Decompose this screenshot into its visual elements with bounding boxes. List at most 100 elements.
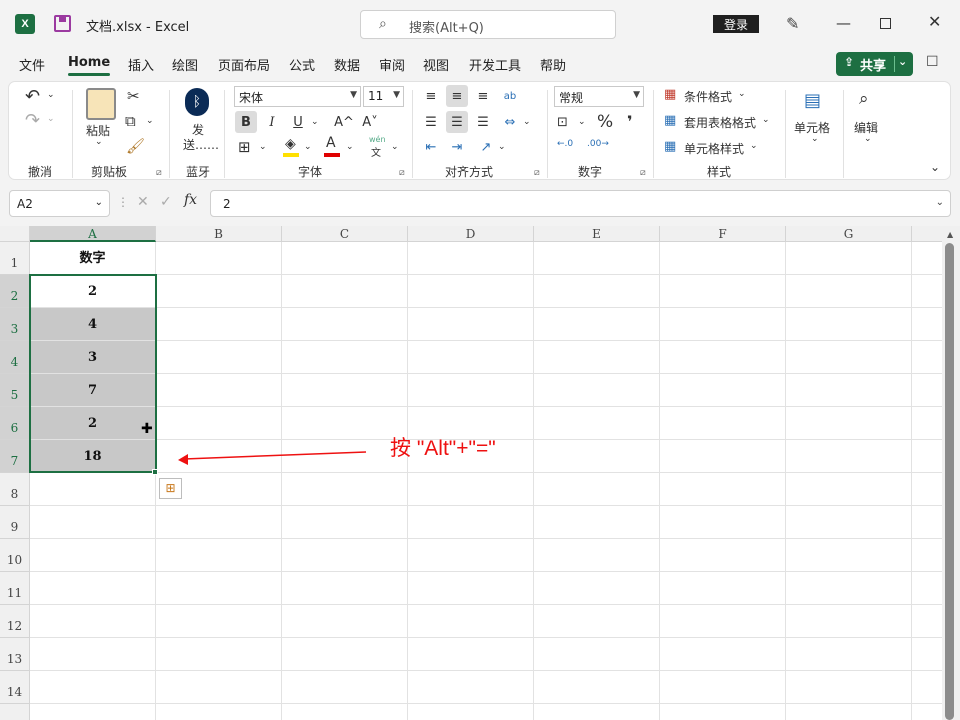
close-button[interactable]: ✕	[928, 12, 941, 31]
minimize-button[interactable]: —	[836, 14, 851, 32]
send-label-2[interactable]: 送……	[183, 136, 219, 153]
align-top-icon[interactable]: ≡	[420, 85, 442, 107]
increase-font-button[interactable]: A^	[333, 111, 355, 133]
cell-a7[interactable]: 18	[30, 440, 156, 473]
clipboard-launcher-icon[interactable]: ⧄	[156, 168, 162, 178]
accounting-format-icon[interactable]: ⊡	[557, 115, 568, 130]
row-header[interactable]: 1	[0, 242, 30, 275]
tab-insert[interactable]: 插入	[128, 55, 154, 74]
row-header[interactable]: 5	[0, 374, 30, 407]
number-format-select[interactable]: 常规 ▼	[554, 86, 644, 107]
phonetic-icon[interactable]: wén	[369, 135, 386, 144]
ribbon-collapse-chevron-icon[interactable]: ⌄	[930, 160, 940, 174]
underline-dropdown-icon[interactable]: ⌄	[311, 117, 319, 127]
conditional-format-button[interactable]: 条件格式	[684, 88, 732, 105]
cell-a4[interactable]: 3	[30, 341, 156, 374]
cut-icon[interactable]: ✂	[127, 87, 140, 105]
row-header[interactable]: 9	[0, 506, 30, 539]
fill-color-icon[interactable]: ◈	[285, 136, 296, 152]
format-painter-icon[interactable]: 🖌	[126, 137, 145, 155]
tab-draw[interactable]: 绘图	[172, 55, 198, 74]
spreadsheet-grid[interactable]: A B C D E F G 1 2 3 4 5 6 7 8 9 10 11 12…	[0, 226, 942, 720]
enter-icon[interactable]: ✓	[160, 194, 172, 210]
share-button[interactable]: ⇪ 共享 ⌄	[836, 52, 913, 76]
cell-a6[interactable]: 2	[30, 407, 156, 440]
font-launcher-icon[interactable]: ⧄	[399, 168, 405, 178]
borders-dropdown-icon[interactable]: ⌄	[259, 142, 267, 152]
chevron-down-icon[interactable]: ⌄	[936, 197, 944, 208]
row-header[interactable]: 12	[0, 605, 30, 638]
tab-home[interactable]: Home	[68, 55, 111, 76]
comma-button[interactable]: ❜	[627, 112, 633, 131]
decrease-font-button[interactable]: A˅	[359, 111, 381, 133]
paste-icon[interactable]	[86, 88, 116, 120]
row-header[interactable]: 10	[0, 539, 30, 572]
number-launcher-icon[interactable]: ⧄	[640, 168, 646, 178]
editing-search-icon[interactable]: ⌕	[859, 89, 869, 109]
cell-a3[interactable]: 4	[30, 308, 156, 341]
editing-dropdown-icon[interactable]: ⌄	[864, 134, 872, 144]
undo-icon[interactable]: ↶	[25, 86, 40, 107]
insert-function-icon[interactable]: fx	[184, 192, 197, 208]
orientation-icon[interactable]: ↗	[475, 136, 497, 158]
accounting-dropdown-icon[interactable]: ⌄	[578, 117, 586, 127]
designer-pen-icon[interactable]: ✎	[786, 14, 799, 33]
font-color-dropdown-icon[interactable]: ⌄	[346, 142, 354, 152]
increase-decimal-icon[interactable]: ←.0	[557, 139, 573, 149]
borders-icon[interactable]: ⊞	[238, 138, 251, 156]
copy-dropdown-icon[interactable]: ⌄	[146, 116, 154, 126]
percent-button[interactable]: %	[597, 112, 613, 132]
align-left-icon[interactable]: ☰	[420, 111, 442, 133]
column-header-f[interactable]: F	[660, 226, 786, 242]
tab-view[interactable]: 视图	[423, 55, 449, 74]
tab-review[interactable]: 审阅	[379, 55, 405, 74]
cell-styles-button[interactable]: 单元格样式	[684, 140, 744, 157]
tab-page-layout[interactable]: 页面布局	[218, 55, 270, 74]
tab-help[interactable]: 帮助	[540, 55, 566, 74]
maximize-button[interactable]	[880, 18, 891, 29]
vertical-scrollbar[interactable]: ▲	[942, 226, 960, 720]
column-header-e[interactable]: E	[534, 226, 660, 242]
font-size-select[interactable]: 11 ▼	[363, 86, 404, 107]
underline-button[interactable]: U	[287, 111, 309, 133]
cell-a1[interactable]: 数字	[30, 242, 156, 275]
chevron-down-icon[interactable]: ⌄	[95, 197, 103, 208]
align-bottom-icon[interactable]: ≡	[472, 85, 494, 107]
tab-file[interactable]: 文件	[19, 55, 45, 74]
cells-dropdown-icon[interactable]: ⌄	[811, 134, 819, 144]
increase-indent-icon[interactable]: ⇥	[446, 136, 468, 158]
fill-handle[interactable]	[152, 469, 158, 475]
save-icon[interactable]	[54, 15, 71, 32]
cell-a5[interactable]: 7	[30, 374, 156, 407]
column-header-h[interactable]	[912, 226, 942, 242]
alignment-launcher-icon[interactable]: ⧄	[534, 168, 540, 178]
scroll-up-arrow-icon[interactable]: ▲	[947, 230, 953, 239]
bold-button[interactable]: B	[235, 111, 257, 133]
table-format-button[interactable]: 套用表格格式	[684, 114, 756, 131]
column-header-g[interactable]: G	[786, 226, 912, 242]
row-header[interactable]	[0, 704, 30, 720]
login-button[interactable]: 登录	[713, 15, 759, 33]
align-center-icon[interactable]: ☰	[446, 111, 468, 133]
column-header-b[interactable]: B	[156, 226, 282, 242]
font-name-select[interactable]: 宋体 ▼	[234, 86, 361, 107]
formula-bar-grip-icon[interactable]: ⋮	[117, 195, 129, 209]
font-color-icon[interactable]: A	[326, 135, 336, 151]
bluetooth-icon[interactable]: ᛒ	[185, 88, 209, 116]
tab-developer[interactable]: 开发工具	[469, 55, 521, 74]
scroll-thumb[interactable]	[945, 243, 954, 720]
wrap-text-icon[interactable]: ab	[499, 85, 521, 107]
row-header[interactable]: 3	[0, 308, 30, 341]
comments-icon[interactable]: ☐	[926, 54, 946, 72]
row-header[interactable]: 14	[0, 671, 30, 704]
align-right-icon[interactable]: ☰	[472, 111, 494, 133]
italic-button[interactable]: I	[261, 111, 283, 133]
row-header[interactable]: 13	[0, 638, 30, 671]
row-header[interactable]: 2	[0, 275, 30, 308]
row-header[interactable]: 8	[0, 473, 30, 506]
chevron-down-icon[interactable]: ⌄	[898, 55, 907, 68]
row-header[interactable]: 7	[0, 440, 30, 473]
paste-dropdown-icon[interactable]: ⌄	[95, 137, 103, 147]
decrease-indent-icon[interactable]: ⇤	[420, 136, 442, 158]
orientation-dropdown-icon[interactable]: ⌄	[498, 142, 506, 152]
